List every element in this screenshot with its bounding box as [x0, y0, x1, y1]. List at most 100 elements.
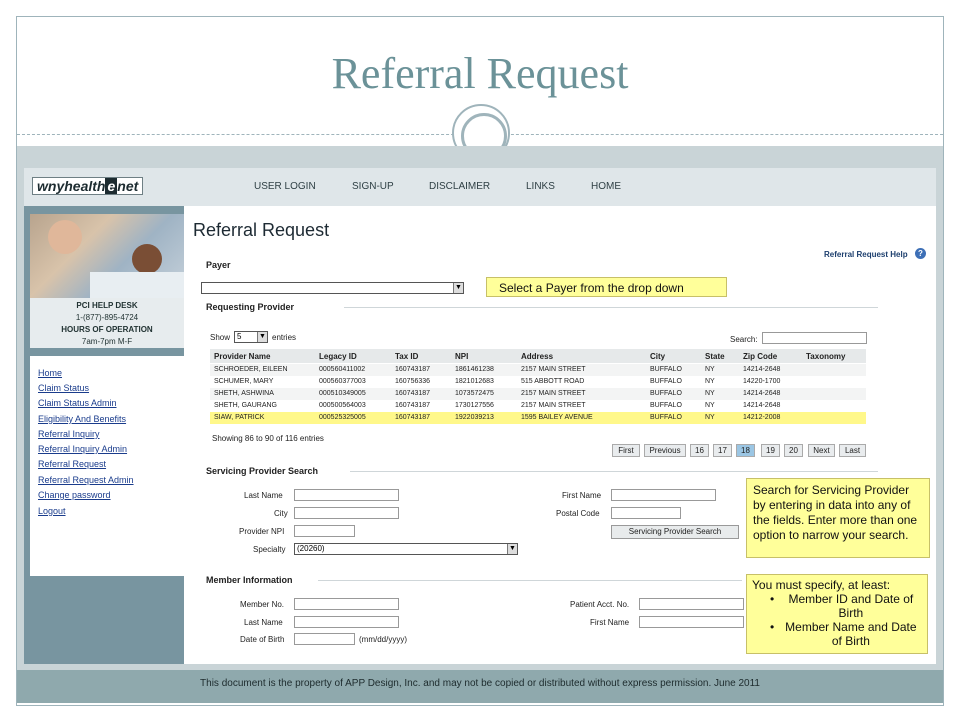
col-provider-name[interactable]: Provider Name [214, 352, 270, 361]
col-zip-code[interactable]: Zip Code [743, 352, 777, 361]
cell: 000525325005 [319, 414, 366, 421]
col-address[interactable]: Address [521, 352, 553, 361]
cell: SHETH, GAURANG [214, 402, 278, 409]
member-callout-item: • Member Name and Date of Birth [752, 620, 922, 648]
logo-text-right: net [117, 178, 139, 194]
table-row[interactable]: SCHROEDER, EILEEN 000560411002 160743187… [210, 364, 866, 376]
postal-code-label: Postal Code [556, 509, 600, 518]
sidebar-link-home[interactable]: Home [38, 368, 62, 378]
search-input[interactable] [762, 332, 867, 344]
page-last[interactable]: Last [839, 444, 866, 457]
table-row-selected[interactable]: SIAW, PATRICK 000525325005 160743187 192… [210, 412, 866, 424]
servicing-first-name-input[interactable] [611, 489, 716, 501]
page-18-current[interactable]: 18 [736, 444, 755, 457]
postal-code-input[interactable] [611, 507, 681, 519]
cell: BUFFALO [650, 414, 682, 421]
nav-disclaimer[interactable]: DISCLAIMER [429, 181, 490, 192]
help-desk-title: PCI HELP DESK [76, 301, 138, 310]
sidebar-link-logout[interactable]: Logout [38, 506, 66, 516]
table-row[interactable]: SCHUMER, MARY 000560377003 160756336 182… [210, 376, 866, 388]
help-desk-phone: 1-(877)-895-4724 [75, 313, 139, 322]
servicing-provider-search-button[interactable]: Servicing Provider Search [611, 525, 739, 539]
dob-label: Date of Birth [240, 635, 285, 644]
payer-label: Payer [206, 260, 231, 270]
sidebar-link-change-password[interactable]: Change password [38, 490, 111, 500]
cell: NY [705, 390, 715, 397]
page-20[interactable]: 20 [784, 444, 803, 457]
cell: 160743187 [395, 402, 431, 409]
cell: 000560377003 [319, 378, 366, 385]
cell: SIAW, PATRICK [214, 414, 265, 421]
page-first[interactable]: First [612, 444, 640, 457]
hours-text: 7am-7pm M-F [81, 337, 133, 346]
nav-sign-up[interactable]: SIGN-UP [352, 181, 394, 192]
member-first-name-label: First Name [590, 618, 630, 627]
col-state[interactable]: State [705, 352, 725, 361]
sidebar-link-claim-status-admin[interactable]: Claim Status Admin [38, 398, 117, 408]
page-title: Referral Request [193, 220, 330, 240]
nav-home[interactable]: HOME [591, 181, 621, 192]
entries-select-value: 5 [237, 332, 242, 341]
nav-user-login[interactable]: USER LOGIN [254, 181, 316, 192]
patient-acct-input[interactable] [639, 598, 744, 610]
member-callout-item: • Member ID and Date of Birth [752, 592, 922, 620]
col-npi[interactable]: NPI [455, 352, 468, 361]
sidebar-link-referral-request-admin[interactable]: Referral Request Admin [38, 475, 134, 485]
help-icon[interactable]: ? [915, 248, 926, 259]
member-first-name-input[interactable] [639, 616, 744, 628]
col-legacy-id[interactable]: Legacy ID [319, 352, 357, 361]
table-row[interactable]: SHETH, ASHWINA 000510349005 160743187 10… [210, 388, 866, 400]
page-16[interactable]: 16 [690, 444, 709, 457]
servicing-provider-label: Servicing Provider Search [206, 466, 319, 476]
nurse-patient-photo [30, 214, 184, 298]
hours-title: HOURS OF OPERATION [61, 325, 153, 334]
member-last-name-label: Last Name [244, 618, 283, 627]
page-17[interactable]: 17 [713, 444, 732, 457]
city-label: City [274, 509, 288, 518]
dob-input[interactable] [294, 633, 355, 645]
sidebar-link-eligibility[interactable]: Eligibility And Benefits [38, 414, 126, 424]
member-callout: You must specify, at least: • Member ID … [746, 574, 928, 654]
cell: 14220-1700 [743, 378, 781, 385]
col-tax-id[interactable]: Tax ID [395, 352, 418, 361]
table-row[interactable]: SHETH, GAURANG 000500564003 160743187 17… [210, 400, 866, 412]
entries-select[interactable]: 5 ▼ [234, 331, 268, 343]
payer-select[interactable]: ▼ [201, 282, 464, 294]
city-input[interactable] [294, 507, 399, 519]
specialty-select[interactable]: (20260) ▼ [294, 543, 518, 555]
cell: 2157 MAIN STREET [521, 402, 586, 409]
col-city[interactable]: City [650, 352, 665, 361]
cell: 1821012683 [455, 378, 494, 385]
page-next[interactable]: Next [808, 444, 835, 457]
sidebar-link-referral-inquiry[interactable]: Referral Inquiry [38, 429, 100, 439]
referral-help-link[interactable]: Referral Request Help [824, 250, 908, 259]
photo-child-shape [132, 244, 162, 274]
member-last-name-input[interactable] [294, 616, 399, 628]
section-divider [344, 307, 878, 308]
cell: 14214-2648 [743, 366, 781, 373]
cell: 000510349005 [319, 390, 366, 397]
page-previous[interactable]: Previous [644, 444, 686, 457]
member-no-input[interactable] [294, 598, 399, 610]
slide-title: Referral Request [331, 49, 629, 98]
site-logo[interactable]: wnyhealth e net [32, 177, 144, 195]
cell: NY [705, 378, 715, 385]
sidebar-link-referral-request[interactable]: Referral Request [38, 459, 106, 469]
cell: 1073572475 [455, 390, 494, 397]
col-taxonomy[interactable]: Taxonomy [806, 352, 845, 361]
cell: BUFFALO [650, 390, 682, 397]
first-name-label: First Name [562, 491, 602, 500]
showing-info: Showing 86 to 90 of 116 entries [212, 434, 324, 443]
provider-npi-input[interactable] [294, 525, 355, 537]
cell: 160743187 [395, 390, 431, 397]
cell: 000500564003 [319, 402, 366, 409]
page-19[interactable]: 19 [761, 444, 780, 457]
sidebar-link-referral-inquiry-admin[interactable]: Referral Inquiry Admin [38, 444, 127, 454]
sidebar-link-claim-status[interactable]: Claim Status [38, 383, 89, 393]
servicing-last-name-input[interactable] [294, 489, 399, 501]
cell: NY [705, 414, 715, 421]
cell: BUFFALO [650, 378, 682, 385]
cell: 1595 BAILEY AVENUE [521, 414, 593, 421]
nav-links[interactable]: LINKS [526, 181, 555, 192]
cell: NY [705, 402, 715, 409]
